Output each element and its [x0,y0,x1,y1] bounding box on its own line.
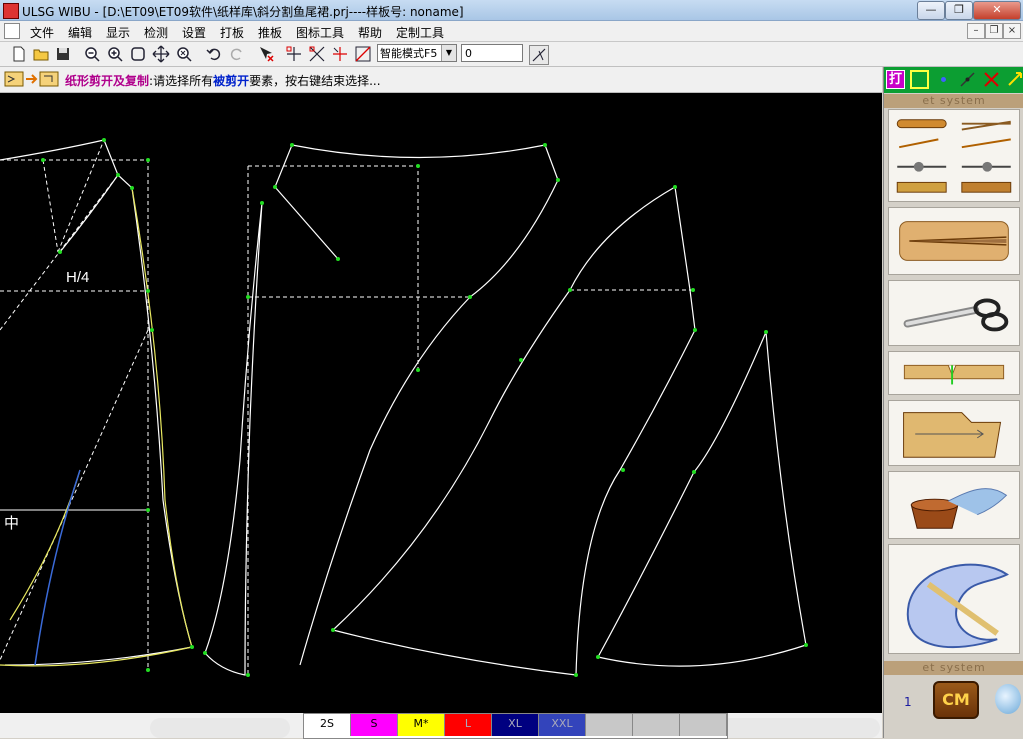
size-l[interactable]: L [445,714,492,736]
control-points [41,138,808,677]
size-empty[interactable] [680,714,727,736]
maximize-button[interactable]: ❐ [945,1,973,20]
globe-icon[interactable] [995,684,1021,714]
mdi-restore-button[interactable]: ❐ [985,23,1003,39]
close-button[interactable]: ✕ [973,1,1021,20]
status-blob [720,718,880,738]
menu-custom-tools[interactable]: 定制工具 [396,24,444,41]
menu-grading[interactable]: 推板 [258,24,282,41]
open-folder-icon[interactable] [32,45,50,63]
pattern-piece-right-a [331,186,696,676]
pattern-drawing[interactable]: H/4 中 [0,93,882,713]
scissors-cut-tool[interactable] [888,280,1020,346]
menu-drafting[interactable]: 打板 [220,24,244,41]
status-blob [150,718,290,738]
chevron-down-icon[interactable]: ▼ [441,45,456,61]
node-icon[interactable] [958,70,977,89]
tool-panel: 打 et system et system 1 [883,67,1023,738]
hint-text: 纸形剪开及复制:请选择所有被剪开要素，按右键结束选择... [65,72,381,89]
drafting-mode-icon[interactable]: 打 [886,70,905,89]
size-xxl[interactable]: XXL [539,714,586,736]
pattern-piece-left [0,139,193,666]
hint-text-before: 请选择所有 [153,74,214,88]
window-title: ULSG WIBU - [D:\ET09\ET09软件\纸样库\斜分割鱼尾裙.p… [22,5,464,19]
move-icon[interactable] [1006,70,1023,89]
redo-icon[interactable] [228,45,246,63]
zoom-in-icon[interactable] [106,45,124,63]
rectangle-icon[interactable] [910,70,929,89]
mode-select-value: 智能模式F5 [380,47,438,60]
measure-tool-icon[interactable] [354,45,372,63]
save-icon[interactable] [54,45,72,63]
menu-edit[interactable]: 编辑 [68,24,92,41]
page-number: 1 [904,695,912,709]
title-bar: ULSG WIBU - [D:\ET09\ET09软件\纸样库\斜分割鱼尾裙.p… [0,0,1023,21]
menu-file[interactable]: 文件 [30,24,54,41]
document-icon[interactable] [4,23,20,39]
label-center: 中 [4,514,19,532]
offset-tool-icon[interactable] [331,45,349,63]
hint-highlight: 被剪开 [213,74,250,88]
menu-icon-tools[interactable]: 图标工具 [296,24,344,41]
point-tool-icon[interactable] [285,45,303,63]
size-selector: 2S S M* L XL XXL [303,713,728,739]
menu-settings[interactable]: 设置 [182,24,206,41]
minimize-button[interactable]: — [917,1,945,20]
menu-view[interactable]: 显示 [106,24,130,41]
notch-tool[interactable] [888,351,1020,395]
pattern-piece-tool[interactable] [888,400,1020,466]
drawing-canvas[interactable]: H/4 中 [0,93,882,713]
hint-function-name: 纸形剪开及复制 [65,74,150,88]
zoom-window-icon[interactable] [175,45,193,63]
pan-icon[interactable] [152,45,170,63]
mdi-close-button[interactable]: × [1003,23,1021,39]
size-empty[interactable] [633,714,680,736]
select-delete-icon[interactable] [257,45,275,63]
hint-text-after: 要素，按右键结束选择... [249,74,381,88]
menu-bar: 文件 编辑 显示 检测 设置 打板 推板 图标工具 帮助 定制工具 – ❐ × [0,21,1023,42]
measure-pen-tool[interactable] [888,109,1020,202]
dashed-guide-left [0,139,149,670]
dot-icon[interactable] [934,70,953,89]
fit-window-icon[interactable] [129,45,147,63]
pattern-piece-center [204,144,559,676]
intersect-tool-icon[interactable] [308,45,326,63]
menu-help[interactable]: 帮助 [358,24,382,41]
menu-check[interactable]: 检测 [144,24,168,41]
mode-select[interactable]: 智能模式F5 ▼ [377,44,457,62]
size-xl[interactable]: XL [492,714,539,736]
curve-ruler-tool[interactable] [888,544,1020,654]
undo-icon[interactable] [205,45,223,63]
hint-bar: 纸形剪开及复制:请选择所有被剪开要素，按右键结束选择... [0,67,882,93]
unit-cm-button[interactable]: CM [933,681,979,719]
app-icon [3,3,19,19]
zoom-out-icon[interactable] [83,45,101,63]
pattern-piece-right-b [597,331,807,667]
size-m[interactable]: M* [398,714,445,736]
panel-toolbar: 打 [884,67,1023,93]
cross-icon[interactable] [982,70,1001,89]
cut-copy-icon [4,71,59,87]
size-empty[interactable] [586,714,633,736]
dart-tool[interactable] [888,207,1020,275]
dashed-guide-center [247,165,470,675]
new-file-icon[interactable] [10,45,28,63]
yellow-grade-line [0,187,193,667]
watermark-bottom: et system [884,661,1023,675]
value-input[interactable]: 0 [461,44,523,62]
wash-shrink-tool[interactable] [888,471,1020,539]
size-2s[interactable]: 2S [304,714,351,736]
size-s[interactable]: S [351,714,398,736]
line-tool-icon[interactable] [529,45,549,65]
toolbar: 智能模式F5 ▼ 0 [0,42,1023,67]
watermark-top: et system [884,94,1023,108]
label-h4: H/4 [66,269,89,286]
mdi-minimize-button[interactable]: – [967,23,985,39]
